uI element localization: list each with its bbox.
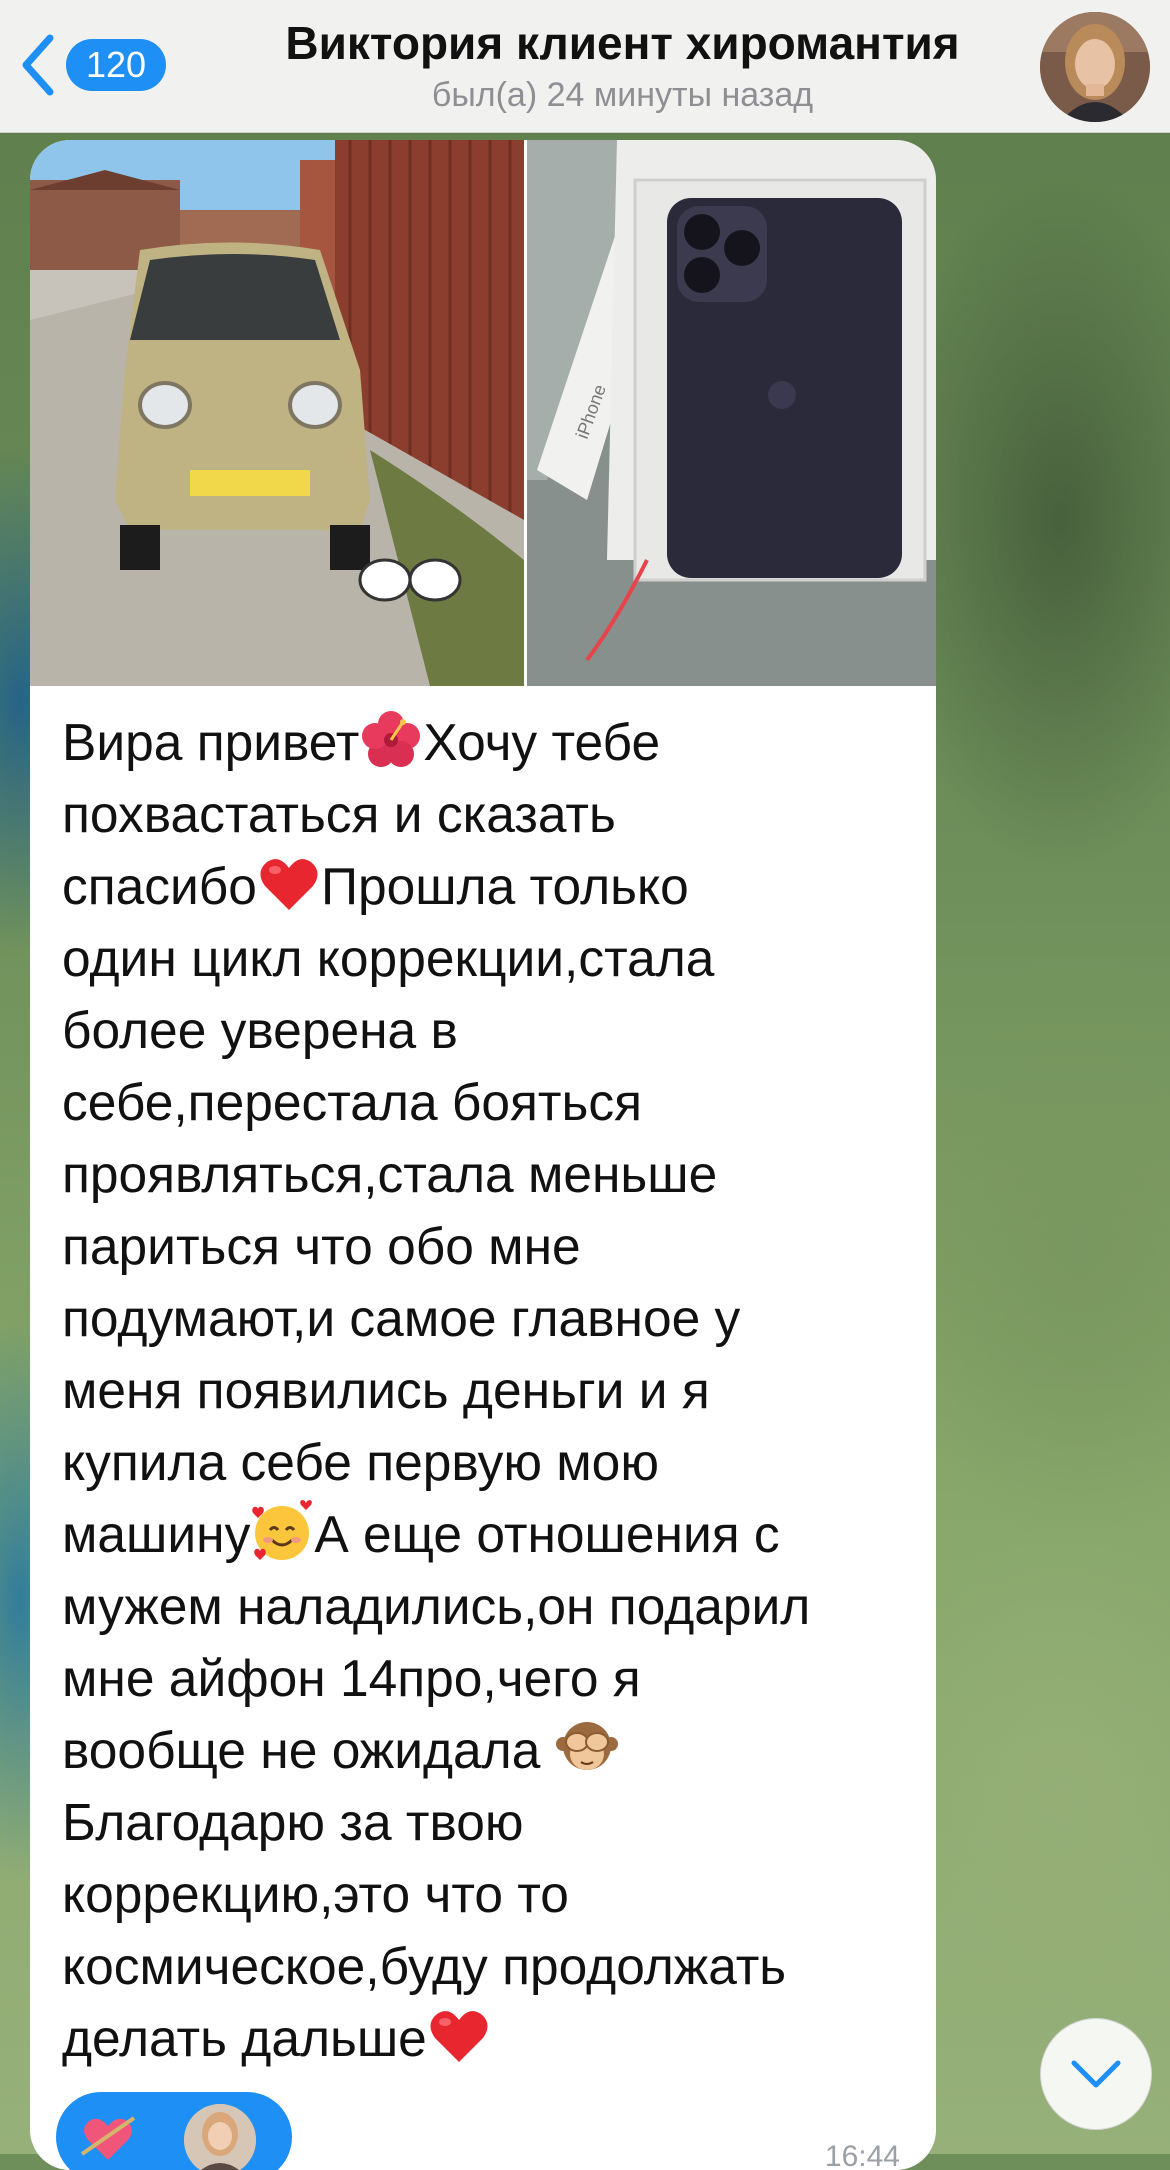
red-heart-icon [430,2011,488,2062]
reactor-avatar [184,2104,256,2170]
contact-photo-icon [1040,12,1150,122]
message-text: Вира привет Хочу тебе похвастаться и сказа… [62,706,922,2074]
scroll-down-button[interactable] [1040,2018,1152,2130]
message-line: Благодарю за твою [62,1786,922,1858]
car-photo[interactable] [30,140,524,686]
message-text-fragment: А еще отношения с [314,1505,780,1563]
last-seen-status: был(а) 24 минуты назад [431,76,814,114]
message-text-fragment: Прошла только [320,857,689,915]
unread-count-badge: 120 [66,39,167,91]
message-line: мужем наладились,он подарил [62,1570,922,1642]
message-line: проявляться,стала меньше [62,1138,922,1210]
red-heart-icon [260,859,318,910]
message-line: более уверена в [62,994,922,1066]
message-text-fragment: Благодарю за твою [62,1793,524,1851]
chevron-left-icon [22,34,54,96]
message-line: купила себе первую мою [62,1426,922,1498]
message-text-fragment: меня появились деньги и я [62,1361,710,1419]
message-line: делать дальше [62,2002,922,2074]
message-text-fragment: купила себе первую мою [62,1433,659,1491]
chat-title[interactable]: Виктория клиент хиромантия [200,16,1045,70]
message-line: коррекцию,это что то [62,1858,922,1930]
message-text-fragment: подумают,и самое главное у [62,1289,741,1347]
message-line: один цикл коррекции,стала [62,922,922,994]
reactor-photo-icon [184,2104,256,2170]
message-text-fragment: машину [62,1505,251,1563]
message-line: себе,перестала бояться [62,1066,922,1138]
message-text-fragment: проявляться,стала меньше [62,1145,718,1203]
message-text-fragment: вообще не ожидала [62,1721,555,1779]
message-line: Вира привет Хочу тебе [62,706,922,778]
message-line: машину А еще отношения с [62,1498,922,1570]
message-line: спасибо Прошла только [62,850,922,922]
message-text-fragment: себе,перестала бояться [62,1073,642,1131]
message-text-fragment: мне айфон 14про,чего я [62,1649,641,1707]
smartphone-image-icon: iPhone [527,140,936,686]
message-text-fragment: мужем наладились,он подарил [62,1577,811,1635]
message-line: меня появились деньги и я [62,1354,922,1426]
contact-avatar[interactable] [1040,12,1150,122]
message-line: мне айфон 14про,чего я [62,1642,922,1714]
message-text-fragment: делать дальше [62,2009,427,2067]
message-text-fragment: космическое,буду продолжать [62,1937,787,1995]
smiling-face-with-hearts-icon [252,1500,313,1560]
message-text-fragment: похвастаться и сказать [62,785,616,843]
message-bubble[interactable]: iPhone Вира привет Хочу тебе похвастаться … [30,140,936,2170]
reaction-button[interactable] [56,2092,292,2170]
heart-with-arrow-icon [80,2116,136,2160]
chevron-down-icon [1071,2060,1121,2088]
back-button[interactable]: 120 [18,30,167,100]
message-line: космическое,буду продолжать [62,1930,922,2002]
car-image-icon [30,140,524,686]
message-time: 16:44 [824,2140,900,2170]
message-line: париться что обо мне [62,1210,922,1282]
message-text-fragment: коррекцию,это что то [62,1865,569,1923]
message-line: похвастаться и сказать [62,778,922,850]
photo-album: iPhone [30,140,936,686]
message-text-fragment: спасибо [62,857,257,915]
message-text-fragment: Хочу тебе [423,713,661,771]
message-text-fragment: один цикл коррекции,стала [62,929,715,987]
message-line: вообще не ожидала [62,1714,922,1786]
see-no-evil-monkey-icon [555,1722,618,1770]
hibiscus-icon [362,711,421,767]
message-text-fragment: Вира привет [62,713,360,771]
chat-header: 120 Виктория клиент хиромантия был(а) 24… [0,0,1170,133]
message-line: подумают,и самое главное у [62,1282,922,1354]
message-text-fragment: более уверена в [62,1001,458,1059]
phone-photo[interactable]: iPhone [527,140,936,686]
message-text-fragment: париться что обо мне [62,1217,581,1275]
